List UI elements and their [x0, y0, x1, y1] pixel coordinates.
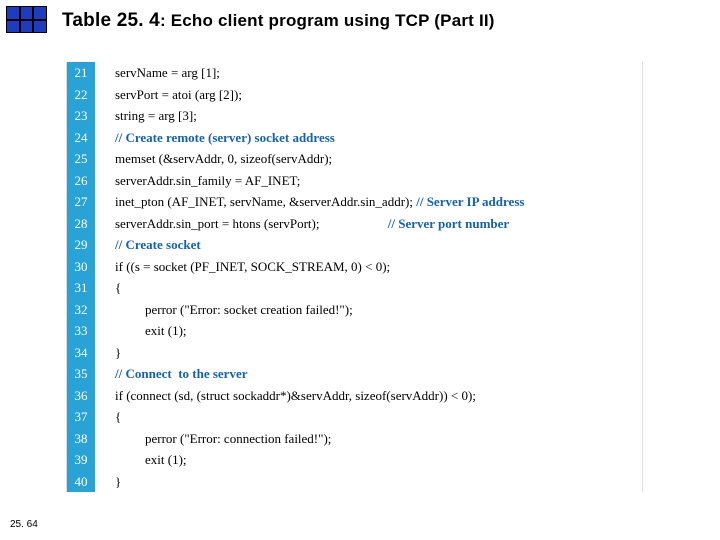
- code-row: 35// Connect to the server: [67, 363, 642, 385]
- title-prefix: Table 25. 4: [62, 10, 160, 31]
- code-text: if (connect (sd, (struct sockaddr*)&serv…: [95, 385, 476, 407]
- logo-cell: [20, 6, 34, 20]
- logo-cell: [6, 6, 20, 20]
- code-segment: serverAddr.sin_port = htons (servPort);: [115, 216, 319, 231]
- line-number: 30: [67, 256, 95, 278]
- inline-comment: // Server IP address: [413, 194, 524, 209]
- code-row: 34}: [67, 342, 642, 364]
- line-number: 24: [67, 127, 95, 149]
- code-listing: 21servName = arg [1];22servPort = atoi (…: [66, 62, 643, 492]
- code-text: if ((s = socket (PF_INET, SOCK_STREAM, 0…: [95, 256, 390, 278]
- line-number: 33: [67, 320, 95, 342]
- code-row: 24// Create remote (server) socket addre…: [67, 127, 642, 149]
- code-text: serverAddr.sin_port = htons (servPort); …: [95, 213, 509, 235]
- line-number: 36: [67, 385, 95, 407]
- code-text: }: [95, 342, 121, 364]
- logo-cell: [33, 6, 47, 20]
- line-number: 29: [67, 234, 95, 256]
- line-number: 22: [67, 84, 95, 106]
- line-number: 28: [67, 213, 95, 235]
- code-text: perror ("Error: connection failed!");: [95, 428, 331, 450]
- code-row: 27 inet_pton (AF_INET, servName, &serverA…: [67, 191, 642, 213]
- logo-cell: [6, 20, 20, 34]
- line-number: 35: [67, 363, 95, 385]
- code-row: 30if ((s = socket (PF_INET, SOCK_STREAM,…: [67, 256, 642, 278]
- code-row: 32perror ("Error: socket creation failed…: [67, 299, 642, 321]
- code-text: string = arg [3];: [95, 105, 197, 127]
- inline-comment: // Server port number: [319, 216, 509, 231]
- code-text: serverAddr.sin_family = AF_INET;: [95, 170, 300, 192]
- line-number: 37: [67, 406, 95, 428]
- code-text: servName = arg [1];: [95, 62, 220, 84]
- logo-cell: [20, 20, 34, 34]
- line-number: 34: [67, 342, 95, 364]
- code-row: 37{: [67, 406, 642, 428]
- code-row: 33exit (1);: [67, 320, 642, 342]
- code-row: 39exit (1);: [67, 449, 642, 471]
- code-row: 36if (connect (sd, (struct sockaddr*)&se…: [67, 385, 642, 407]
- code-row: 38perror ("Error: connection failed!");: [67, 428, 642, 450]
- code-row: 21servName = arg [1];: [67, 62, 642, 84]
- code-row: 29// Create socket: [67, 234, 642, 256]
- code-text: // Create remote (server) socket address: [95, 127, 335, 149]
- code-text: servPort = atoi (arg [2]);: [95, 84, 242, 106]
- code-text: // Create socket: [95, 234, 201, 256]
- line-number: 39: [67, 449, 95, 471]
- line-number: 25: [67, 148, 95, 170]
- title-suffix: : Echo client program using TCP (Part II…: [160, 11, 495, 30]
- code-row: 28serverAddr.sin_port = htons (servPort)…: [67, 213, 642, 235]
- code-text: {: [95, 277, 121, 299]
- code-row: 26serverAddr.sin_family = AF_INET;: [67, 170, 642, 192]
- line-number: 40: [67, 471, 95, 493]
- line-number: 23: [67, 105, 95, 127]
- code-text: exit (1);: [95, 449, 187, 471]
- line-number: 32: [67, 299, 95, 321]
- code-text: perror ("Error: socket creation failed!"…: [95, 299, 353, 321]
- code-segment: inet_pton (AF_INET, servName, &serverAdd…: [115, 194, 413, 209]
- code-text: inet_pton (AF_INET, servName, &serverAdd…: [95, 191, 524, 213]
- page-title: Table 25. 4: Echo client program using T…: [62, 10, 495, 32]
- line-number: 31: [67, 277, 95, 299]
- code-text: // Connect to the server: [95, 363, 248, 385]
- line-number: 26: [67, 170, 95, 192]
- slide-number: 25. 64: [10, 519, 38, 530]
- code-text: exit (1);: [95, 320, 187, 342]
- code-row: 31{: [67, 277, 642, 299]
- line-number: 38: [67, 428, 95, 450]
- logo-cell: [33, 20, 47, 34]
- grid-logo: [6, 6, 47, 33]
- code-text: memset (&servAddr, 0, sizeof(servAddr);: [95, 148, 332, 170]
- line-number: 21: [67, 62, 95, 84]
- code-row: 40}: [67, 471, 642, 493]
- code-row: 22servPort = atoi (arg [2]);: [67, 84, 642, 106]
- line-number: 27: [67, 191, 95, 213]
- code-row: 23string = arg [3];: [67, 105, 642, 127]
- code-text: {: [95, 406, 121, 428]
- code-text: }: [95, 471, 121, 493]
- code-row: 25memset (&servAddr, 0, sizeof(servAddr)…: [67, 148, 642, 170]
